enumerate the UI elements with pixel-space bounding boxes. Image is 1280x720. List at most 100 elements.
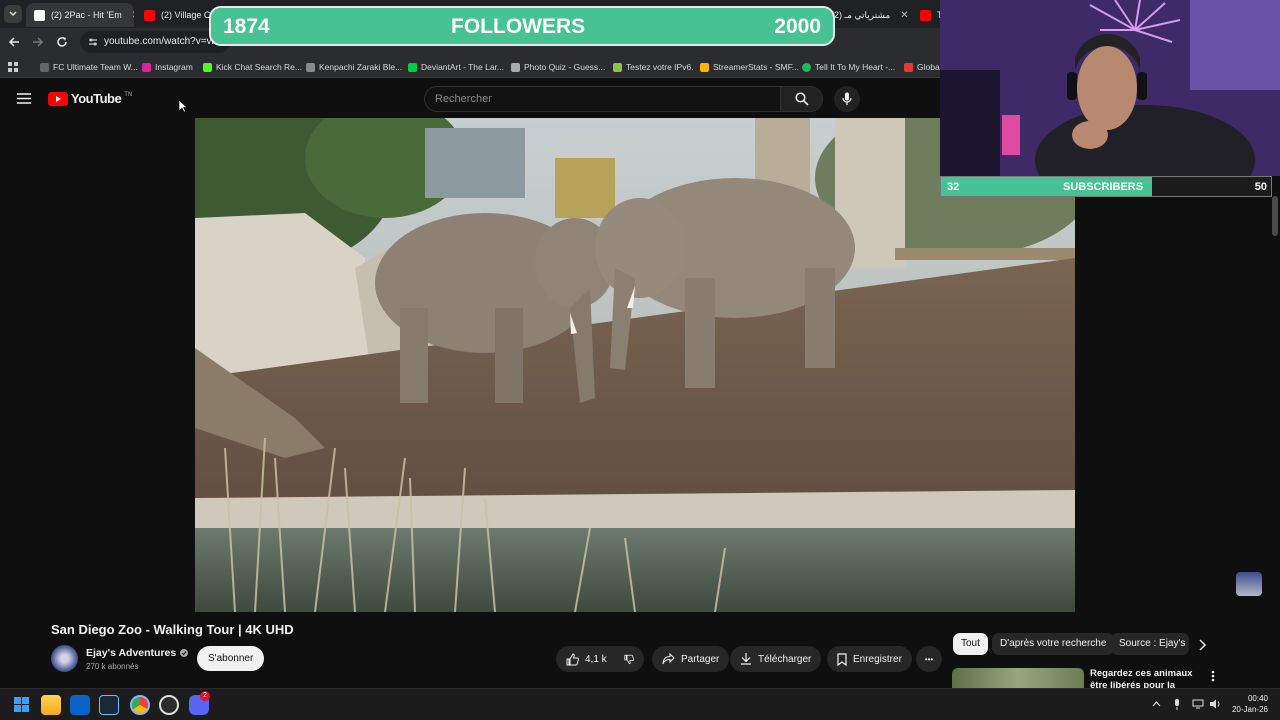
mouse-cursor-icon	[179, 100, 187, 113]
spotify-icon	[802, 62, 811, 72]
more-actions-button[interactable]: •••	[916, 646, 942, 672]
youtube-header: YouTube TN Rechercher	[0, 78, 940, 118]
deviantart-icon	[408, 62, 417, 72]
share-icon	[662, 653, 675, 665]
bookmark-item[interactable]: Tell It To My Heart -...	[802, 56, 895, 78]
microphone-tray-icon[interactable]	[1173, 699, 1181, 710]
bookmark-item[interactable]: Kenpachi Zaraki Ble...	[306, 56, 402, 78]
steam-icon[interactable]	[99, 695, 119, 715]
search-button[interactable]	[781, 86, 823, 112]
video-title: San Diego Zoo - Walking Tour | 4K UHD	[51, 622, 294, 637]
bookmark-item[interactable]: DeviantArt - The Lar...	[408, 56, 504, 78]
tab-title: (2) 2Pac - Hit 'Em	[51, 10, 122, 20]
network-icon[interactable]	[1192, 699, 1204, 709]
save-button[interactable]: Enregistrer	[827, 646, 912, 672]
site-settings-icon[interactable]	[88, 37, 98, 47]
chip-all[interactable]: Tout	[953, 633, 988, 655]
chevron-down-icon	[9, 11, 17, 17]
more-icon: •••	[924, 654, 934, 664]
tab-title: (2) Village Cool	[161, 10, 210, 20]
windows-taskbar: 2 00:40 20-Jan-26	[0, 688, 1280, 720]
file-explorer-icon[interactable]	[41, 695, 61, 715]
like-count: 4,1 k	[585, 653, 607, 665]
thumbs-down-icon	[624, 654, 634, 664]
subscribers-label: SUBSCRIBERS	[1063, 181, 1144, 193]
subscribers-goal-bar: 32 SUBSCRIBERS 50	[940, 176, 1272, 197]
chrome-icon[interactable]	[130, 695, 150, 715]
close-icon[interactable]: ✕	[132, 10, 134, 21]
browser-tab-1[interactable]: (2) 2Pac - Hit 'Em ✕	[26, 3, 134, 27]
verified-check-icon	[180, 649, 189, 657]
subscribers-goal: 50	[1254, 181, 1267, 193]
download-icon	[741, 653, 751, 665]
bookmark-icon	[40, 62, 49, 72]
bookmark-item[interactable]: Globa	[904, 56, 940, 78]
back-arrow-icon[interactable]	[8, 36, 20, 48]
like-button[interactable]: 4,1 k	[556, 646, 618, 672]
chevron-right-icon[interactable]	[1198, 639, 1206, 651]
chip-source-channel[interactable]: Source : Ejay's	[1111, 633, 1189, 655]
webcam-image	[940, 0, 1280, 176]
recommendation-thumbnail[interactable]	[952, 668, 1084, 688]
channel-watermark-icon[interactable]	[1236, 572, 1262, 596]
outlook-icon[interactable]	[70, 695, 90, 715]
subscribe-button[interactable]: S'abonner	[197, 646, 265, 671]
bookmark-item[interactable]: Testez votre IPv6.	[613, 56, 694, 78]
subscribers-current: 32	[947, 181, 960, 193]
bookmark-icon	[203, 62, 212, 72]
notification-badge: 2	[200, 691, 210, 701]
followers-label: FOLLOWERS	[451, 15, 586, 38]
browser-tab-2[interactable]: (2) Village Cool	[136, 3, 210, 27]
youtube-favicon-icon	[144, 9, 155, 21]
recommendation-title[interactable]: Regardez ces animaux être libérés pour l…	[1090, 668, 1200, 688]
apps-grid-icon[interactable]	[8, 62, 18, 72]
youtube-logo-text: YouTube	[71, 91, 122, 106]
voice-search-button[interactable]	[834, 86, 860, 112]
thumbs-up-icon	[566, 652, 579, 665]
bookmark-item[interactable]: Kick Chat Search Re...	[203, 56, 302, 78]
bookmark-save-icon	[837, 652, 847, 666]
bookmark-icon	[306, 62, 315, 72]
youtube-play-icon	[48, 91, 68, 106]
microphone-icon	[842, 92, 852, 105]
channel-avatar[interactable]	[51, 645, 78, 672]
menu-icon[interactable]	[17, 93, 31, 104]
clock-time[interactable]: 00:40	[1246, 694, 1268, 703]
windows-start-icon[interactable]	[14, 697, 29, 712]
tab-title: مشترياتي مـ (2)	[831, 9, 891, 20]
bookmark-item[interactable]: StreamerStats - SMF...	[700, 56, 799, 78]
chip-related-search[interactable]: D'après votre recherche	[992, 633, 1115, 655]
followers-goal-bar: 1874 FOLLOWERS 2000	[209, 6, 835, 46]
tab-search-button[interactable]	[4, 5, 22, 23]
dislike-button[interactable]	[614, 646, 644, 672]
bookmark-item[interactable]: Photo Quiz - Guess...	[511, 56, 605, 78]
address-bar[interactable]: youtube.com/watch?v=vb0	[80, 31, 230, 53]
bookmark-icon	[511, 62, 520, 72]
kebab-menu-icon[interactable]	[1211, 670, 1215, 682]
obs-icon[interactable]	[159, 695, 179, 715]
url-text: youtube.com/watch?v=vb0	[104, 36, 223, 47]
volume-icon[interactable]	[1209, 699, 1221, 709]
bookmarks-bar: FC Ultimate Team W... Instagram Kick Cha…	[0, 56, 940, 78]
tab-favicon-icon	[34, 9, 45, 21]
bookmark-item[interactable]: FC Ultimate Team W...	[40, 56, 138, 78]
search-input[interactable]: Rechercher	[424, 86, 781, 112]
chevron-up-icon[interactable]	[1152, 701, 1161, 707]
search-icon	[794, 92, 809, 106]
webcam-feed	[940, 0, 1280, 176]
followers-current: 1874	[223, 15, 270, 38]
channel-name[interactable]: Ejay's Adventures	[86, 647, 189, 659]
reload-icon[interactable]	[56, 36, 68, 48]
browser-tab-4[interactable]: TI	[912, 3, 940, 27]
youtube-logo[interactable]: YouTube TN	[48, 91, 132, 106]
close-icon[interactable]: ✕	[900, 10, 908, 21]
bookmark-icon	[613, 62, 622, 72]
followers-goal: 2000	[774, 15, 821, 38]
forward-arrow-icon[interactable]	[32, 36, 44, 48]
page-scrollbar[interactable]	[1272, 196, 1278, 236]
bookmark-item[interactable]: Instagram	[142, 56, 193, 78]
clock-date[interactable]: 20-Jan-26	[1230, 705, 1268, 714]
download-button[interactable]: Télécharger	[730, 646, 822, 672]
bookmark-icon	[700, 62, 709, 72]
share-button[interactable]: Partager	[652, 646, 730, 672]
